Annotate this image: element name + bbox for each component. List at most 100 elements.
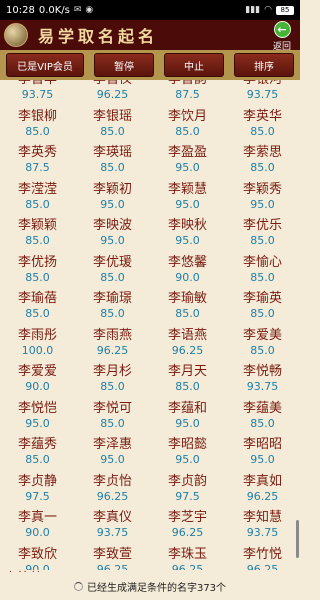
app-logo	[4, 23, 28, 47]
name-item[interactable]: 李银柳 85.0	[0, 107, 75, 144]
name-item[interactable]: 李雨燕 96.25	[75, 326, 150, 363]
name-item[interactable]: 李晋华93.75	[0, 80, 75, 107]
name-item[interactable]: 李优瑗 85.0	[75, 253, 150, 290]
app-title: 易学取名起名	[38, 27, 159, 46]
signal-icon: ▮▮▮	[245, 5, 261, 15]
name-score: 95.0	[175, 234, 200, 247]
name-item[interactable]: 李悦可 85.0	[75, 399, 150, 436]
name-item[interactable]: 李竹悦 96.25	[225, 545, 300, 571]
name-text: 李银柳	[17, 108, 57, 124]
name-item[interactable]: 李饮月 85.0	[150, 107, 225, 144]
name-item[interactable]: 李优扬 85.0	[0, 253, 75, 290]
name-item[interactable]: 李真如 96.25	[225, 472, 300, 509]
name-text: 李蕴和	[167, 400, 207, 416]
name-text: 李瑜蓓	[17, 291, 57, 306]
sort-button[interactable]: 排序	[234, 53, 294, 77]
name-text: 李致欣	[17, 546, 57, 562]
name-item[interactable]: 李萦思 85.0	[225, 143, 300, 180]
pause-button[interactable]: 暂停	[94, 53, 154, 77]
name-item[interactable]: 李贞韵 97.5	[150, 472, 225, 509]
name-item[interactable]: 李真一 90.0	[0, 508, 75, 545]
name-text: 李晋韵	[168, 80, 207, 88]
name-text: 李致萱	[92, 546, 132, 562]
name-score: 96.25	[96, 343, 129, 357]
name-item[interactable]: 李知慧 93.75	[225, 508, 300, 545]
name-text: 李滢滢	[17, 181, 57, 197]
name-text: 李珠玉	[167, 546, 207, 562]
name-score: 85.0	[100, 270, 125, 284]
name-item[interactable]: 李瑛瑶 85.0	[75, 143, 150, 180]
scrollbar[interactable]	[296, 520, 299, 558]
name-item[interactable]: 李爱美 85.0	[225, 326, 300, 363]
name-score: 90.0	[25, 380, 50, 393]
name-item[interactable]: 李滢滢 85.0	[0, 180, 75, 217]
name-text: 李萦思	[242, 145, 282, 160]
name-item[interactable]: 李瑜敏 85.0	[150, 289, 225, 326]
name-item[interactable]: 李爱爱 90.0	[0, 362, 75, 399]
name-item[interactable]: 李英秀 87.5	[0, 143, 75, 180]
name-score: 85.0	[100, 307, 125, 320]
notification-icon: ✉	[73, 5, 82, 15]
name-score: 85.0	[250, 234, 275, 247]
names-grid[interactable]: 李晋华93.75李晋仪96.25李晋韵87.5李银河93.75李银柳85.0李银…	[0, 80, 300, 570]
name-item[interactable]: 李英华 85.0	[225, 107, 300, 144]
name-item[interactable]: 李雨彤 100.0	[0, 326, 75, 363]
name-item[interactable]: 李优乐 85.0	[225, 216, 300, 253]
name-item[interactable]: 李颖秀 95.0	[225, 180, 300, 217]
name-item[interactable]: 李珠玉 96.25	[150, 545, 225, 571]
stop-button[interactable]: 中止	[164, 53, 224, 77]
name-item[interactable]: 李蕴秀 85.0	[0, 435, 75, 472]
name-text: 李知慧	[242, 510, 282, 525]
name-item[interactable]: 李昭昭 95.0	[225, 435, 300, 472]
name-score: 97.5	[175, 489, 200, 503]
name-item[interactable]: 李昭懿 95.0	[150, 435, 225, 472]
name-text: 李颖颖	[17, 218, 57, 233]
name-item[interactable]: 李悦恺 95.0	[0, 399, 75, 436]
name-item[interactable]: 李愉心 85.0	[225, 253, 300, 290]
name-item[interactable]: 李颖慧 95.0	[150, 180, 225, 217]
name-score: 85.0	[250, 124, 275, 138]
name-item[interactable]: 李语燕 96.25	[150, 326, 225, 363]
name-text: 李雨燕	[92, 327, 132, 343]
name-item[interactable]: 李映波 95.0	[75, 216, 150, 253]
name-text: 李真一	[17, 510, 57, 525]
vip-button[interactable]: 已是VIP会员	[6, 53, 84, 77]
name-score: 96.25	[246, 489, 279, 503]
name-text: 李昭昭	[242, 437, 282, 452]
back-label[interactable]: 返回	[273, 39, 291, 52]
name-text: 李贞怡	[92, 473, 132, 489]
name-item[interactable]: 李悦畅 93.75	[225, 362, 300, 399]
name-item[interactable]: 李贞怡 96.25	[75, 472, 150, 509]
name-item[interactable]: 李月杉 85.0	[75, 362, 150, 399]
name-score: 85.0	[100, 380, 125, 393]
name-item[interactable]: 李瑜蓓 85.0	[0, 289, 75, 326]
name-item[interactable]: 李瑜璟 85.0	[75, 289, 150, 326]
name-item[interactable]: 李致萱 96.25	[75, 545, 150, 571]
name-item[interactable]: 李悠馨 90.0	[150, 253, 225, 290]
name-item[interactable]: 李芝宇 96.25	[150, 508, 225, 545]
name-item[interactable]: 李贞静 97.5	[0, 472, 75, 509]
name-text: 李英秀	[17, 145, 57, 160]
name-text: 李真仪	[92, 510, 132, 525]
name-item[interactable]: 李晋韵87.5	[150, 80, 225, 107]
name-item[interactable]: 李颖初 95.0	[75, 180, 150, 217]
name-item[interactable]: 李月天 85.0	[150, 362, 225, 399]
name-item[interactable]: 李泽惠 95.0	[75, 435, 150, 472]
name-score: 96.25	[96, 88, 129, 101]
back-arrow-icon[interactable]: ←	[273, 21, 291, 38]
name-item[interactable]: 李盈盈 95.0	[150, 143, 225, 180]
name-score: 96.25	[171, 526, 204, 539]
name-item[interactable]: 李蕴美 85.0	[225, 399, 300, 436]
name-item[interactable]: 李银瑶 85.0	[75, 107, 150, 144]
name-item[interactable]: 李瑜英 85.0	[225, 289, 300, 326]
name-item[interactable]: 李银河93.75	[225, 80, 300, 107]
name-score: 93.75	[246, 380, 279, 393]
name-item[interactable]: 李真仪 93.75	[75, 508, 150, 545]
name-item[interactable]: 李蕴和 95.0	[150, 399, 225, 436]
name-item[interactable]: 李晋仪96.25	[75, 80, 150, 107]
name-text: 李饮月	[167, 108, 207, 124]
name-text: 李愉心	[242, 254, 282, 270]
name-item[interactable]: 李颖颖 85.0	[0, 216, 75, 253]
back-button[interactable]: ← 返回	[268, 21, 296, 52]
name-item[interactable]: 李映秋 95.0	[150, 216, 225, 253]
